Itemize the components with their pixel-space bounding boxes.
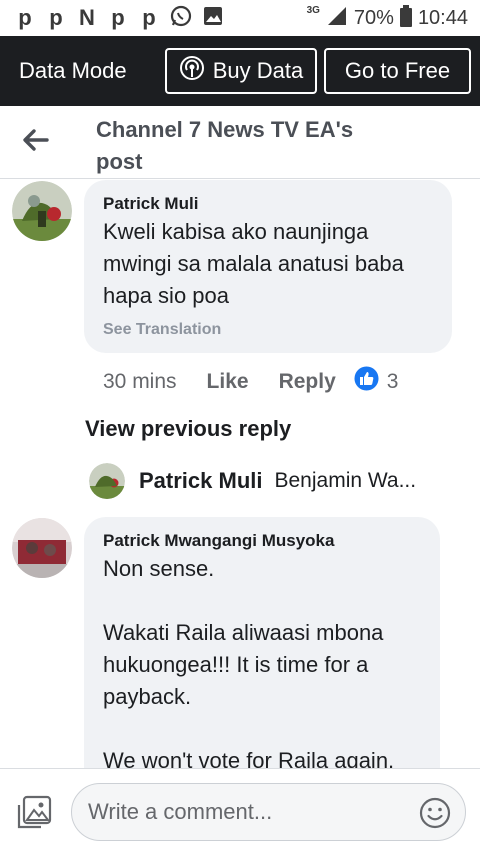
photo-icon[interactable] bbox=[16, 795, 52, 831]
notif-icon-p3: p bbox=[111, 5, 125, 30]
battery-percent: 70% bbox=[353, 6, 394, 29]
comment-actions: 30 mins Like Reply 3 bbox=[103, 366, 398, 397]
signal-icon bbox=[326, 5, 348, 32]
reply-snippet: Benjamin Wa... bbox=[274, 469, 417, 492]
notification-icons: p p N p p bbox=[14, 0, 224, 36]
whatsapp-icon bbox=[169, 4, 193, 33]
comment-text: Kweli kabisa ako naunjinga mwingi sa mal… bbox=[103, 219, 404, 308]
comment-blank-line bbox=[103, 713, 421, 745]
reply-author[interactable]: Patrick Muli bbox=[139, 468, 262, 494]
like-reaction-icon bbox=[354, 366, 379, 397]
comment-author[interactable]: Patrick Muli bbox=[103, 194, 198, 214]
see-translation-link[interactable]: See Translation bbox=[103, 321, 221, 339]
battery-icon bbox=[399, 4, 412, 32]
comment-text: Non sense. Wakati Raila aliwaasi mbona h… bbox=[103, 553, 421, 777]
notif-icon-p2: p bbox=[49, 5, 63, 30]
clock: 10:44 bbox=[417, 6, 468, 29]
comment-composer: Write a comment... bbox=[0, 768, 480, 854]
comment-author[interactable]: Patrick Mwangangi Musyoka bbox=[103, 531, 334, 551]
comment-line: Non sense. bbox=[103, 556, 215, 581]
comment-blank-line bbox=[103, 585, 421, 617]
comment-input[interactable]: Write a comment... bbox=[71, 783, 466, 841]
buy-data-label: Buy Data bbox=[212, 58, 304, 83]
emoji-icon[interactable] bbox=[419, 797, 451, 829]
avatar[interactable] bbox=[89, 463, 125, 499]
go-to-free-button[interactable]: Go to Free bbox=[324, 48, 471, 94]
comment-time: 30 mins bbox=[103, 369, 177, 393]
system-indicators: 3G 70% 10:44 bbox=[306, 4, 468, 32]
avatar[interactable] bbox=[12, 181, 72, 241]
like-button[interactable]: Like bbox=[207, 370, 249, 394]
reaction-count-number: 3 bbox=[386, 369, 399, 393]
buy-data-button[interactable]: Buy Data bbox=[165, 48, 317, 94]
avatar[interactable] bbox=[12, 518, 72, 578]
status-bar: p p N p p 3G 70% 10:44 bbox=[0, 0, 480, 36]
network-type: 3G bbox=[306, 4, 320, 16]
back-arrow-icon[interactable] bbox=[22, 126, 50, 154]
notif-icon-p4: p bbox=[142, 5, 156, 30]
comment-line: Wakati Raila aliwaasi mbona hukuongea!!!… bbox=[103, 620, 384, 709]
reply-button[interactable]: Reply bbox=[279, 370, 336, 394]
view-previous-reply-link[interactable]: View previous reply bbox=[85, 416, 291, 442]
comment-bubble[interactable]: Patrick Muli Kweli kabisa ako naunjinga … bbox=[84, 180, 452, 353]
notif-icon-p1: p bbox=[18, 5, 32, 30]
reply-preview[interactable]: Patrick Muli Benjamin Wa... bbox=[89, 463, 449, 499]
reaction-count[interactable]: 3 bbox=[354, 366, 399, 397]
gallery-icon bbox=[202, 5, 224, 32]
notif-icon-n: N bbox=[79, 5, 95, 30]
broadcast-icon bbox=[179, 55, 205, 87]
post-header: Channel 7 News TV EA's post bbox=[0, 106, 480, 179]
data-mode-bar: Data Mode Buy Data Go to Free bbox=[0, 36, 480, 106]
go-to-free-label: Go to Free bbox=[344, 58, 451, 83]
comment-input-placeholder: Write a comment... bbox=[88, 799, 273, 824]
data-mode-label: Data Mode bbox=[19, 58, 127, 83]
page-title: Channel 7 News TV EA's post bbox=[96, 117, 354, 174]
